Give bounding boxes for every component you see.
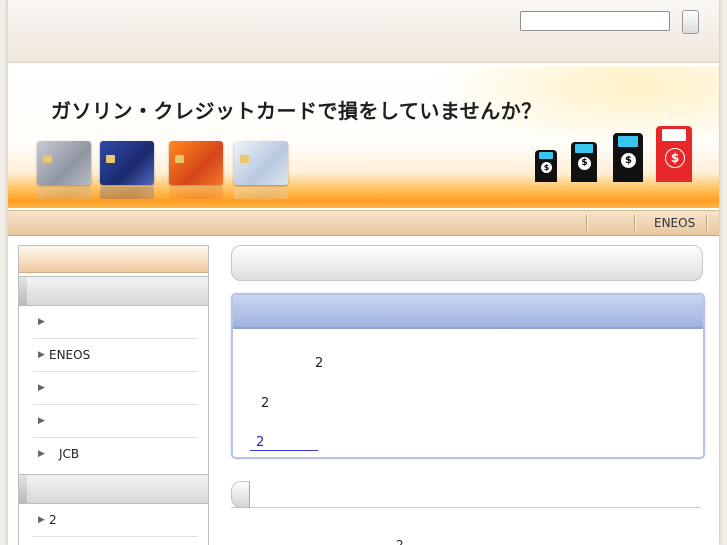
fuel-pump-icon: $ xyxy=(656,122,696,182)
sidebar-section-header xyxy=(19,276,208,306)
arrow-right-icon: ▶ xyxy=(38,383,45,393)
card-chip xyxy=(240,155,249,163)
card-chip xyxy=(175,155,184,163)
card-chip xyxy=(106,155,115,163)
sidebar-item[interactable]: ▶ xyxy=(33,372,198,405)
fuel-pump-icon: $ xyxy=(613,129,647,182)
nav-separator xyxy=(706,215,707,231)
arrow-right-icon: ▶ xyxy=(38,449,45,459)
sidebar-list: ▶ ▶ ENEOS ▶ ▶ ▶ JCB xyxy=(33,306,198,471)
banner: ガソリン・クレジットカードで損をしていませんか？ $ $ $ $ xyxy=(8,66,719,208)
credit-card-image xyxy=(37,141,91,199)
content-box-header xyxy=(233,295,703,329)
arrow-right-icon: ▶ xyxy=(38,416,45,426)
nav-separator xyxy=(634,215,635,231)
sidebar-list: ▶ 2 xyxy=(33,504,198,537)
sidebar-header xyxy=(19,246,208,273)
sidebar-item-label: 2 xyxy=(49,513,57,527)
jcb-card-image xyxy=(234,141,288,199)
main-header xyxy=(231,245,703,281)
arrow-right-icon: ▶ xyxy=(38,317,45,327)
nav-bar: ENEOS xyxy=(8,210,719,236)
section-header-tab xyxy=(231,481,250,508)
nav-separator xyxy=(586,215,587,231)
sidebar-item-jcb[interactable]: ▶ JCB xyxy=(33,438,198,471)
content-box: 2 2 2 xyxy=(231,293,705,459)
sidebar-item-label: ENEOS xyxy=(49,348,91,362)
search-input[interactable] xyxy=(520,11,670,31)
sidebar-item[interactable]: ▶ xyxy=(33,405,198,438)
eneos-card-image xyxy=(169,141,223,199)
nav-item-eneos[interactable]: ENEOS xyxy=(654,216,695,230)
search-button[interactable] xyxy=(682,10,699,34)
content-link[interactable]: 2 xyxy=(250,435,318,451)
content-text: 2 xyxy=(261,396,270,411)
arrow-right-icon: ▶ xyxy=(38,350,45,360)
page: ガソリン・クレジットカードで損をしていませんか？ $ $ $ $ ENEOS ▶… xyxy=(8,0,719,545)
arrow-right-icon: ▶ xyxy=(38,515,45,525)
credit-card-image xyxy=(100,141,154,199)
sidebar-section-header xyxy=(19,474,208,504)
sidebar-item-label: JCB xyxy=(59,447,80,461)
content-text: 2 xyxy=(396,538,404,545)
sidebar-item[interactable]: ▶ xyxy=(33,306,198,339)
section-header xyxy=(231,481,701,508)
content-text: 2 xyxy=(315,356,324,371)
sidebar-item[interactable]: ▶ 2 xyxy=(33,504,198,537)
sidebar: ▶ ▶ ENEOS ▶ ▶ ▶ JCB ▶ 2 xyxy=(18,245,209,545)
card-chip xyxy=(43,155,52,163)
fuel-pump-icon: $ xyxy=(571,138,601,182)
fuel-pump-icon: $ xyxy=(535,146,561,182)
site-header xyxy=(8,0,719,63)
banner-title: ガソリン・クレジットカードで損をしていませんか？ xyxy=(51,99,542,123)
sidebar-item-eneos[interactable]: ▶ ENEOS xyxy=(33,339,198,372)
